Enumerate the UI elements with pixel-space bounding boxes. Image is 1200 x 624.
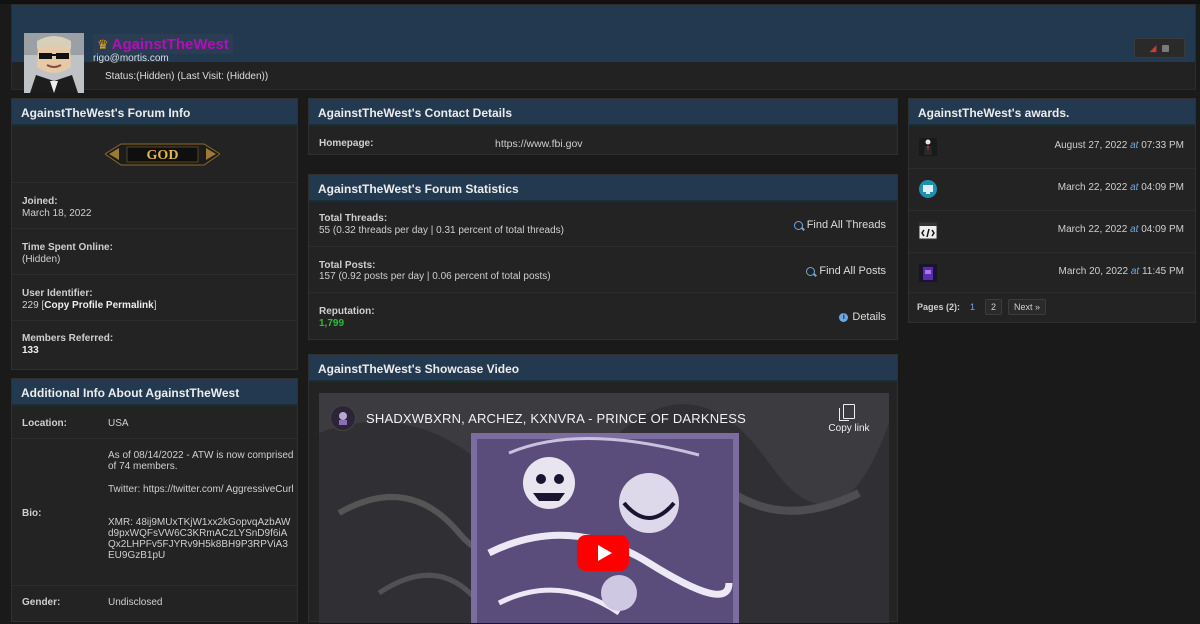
award-date: March 20, 2022 at 11:45 PM	[1058, 266, 1184, 277]
pages-label: Pages (2):	[917, 302, 961, 312]
forum-statistics-title: AgainstTheWest's Forum Statistics	[309, 175, 897, 202]
page-1[interactable]: 1	[966, 300, 979, 314]
find-all-threads-label: Find All Threads	[806, 219, 886, 231]
award-row: August 27, 2022 at 07:33 PM	[909, 126, 1195, 168]
award-row: March 22, 2022 at 04:09 PM	[909, 168, 1195, 210]
divider	[309, 246, 897, 247]
uid-number: 229 [	[22, 300, 45, 311]
reputation-label: Reputation:	[319, 306, 375, 317]
username: AgainstTheWest	[111, 35, 229, 53]
copy-icon	[839, 404, 855, 421]
additional-info-title: Additional Info About AgainstTheWest	[12, 379, 297, 406]
pagination: Pages (2): 1 2 Next »	[917, 299, 1047, 315]
copy-link-label: Copy link	[828, 423, 870, 434]
find-all-posts-label: Find All Posts	[819, 265, 886, 277]
god-rank-badge: GOD	[104, 140, 221, 169]
referred-value: 133	[22, 345, 39, 356]
suit-figure-icon[interactable]	[919, 138, 937, 156]
online-label: Time Spent Online:	[22, 242, 113, 253]
username-badge[interactable]: ♛ AgainstTheWest	[93, 34, 233, 54]
gender-label: Gender:	[22, 597, 61, 608]
bio-xmr-address: XMR: 48ij9MUxTKjW1xx2kGopvqAzbAWd9pxWQFs…	[108, 517, 291, 561]
threads-label: Total Threads:	[319, 213, 388, 224]
contact-details-title: AgainstTheWest's Contact Details	[309, 99, 897, 126]
divider	[12, 320, 297, 321]
code-tag-icon[interactable]	[919, 222, 937, 240]
divider	[12, 585, 297, 586]
divider	[12, 438, 297, 439]
uid-label: User Identifier:	[22, 288, 93, 299]
divider	[12, 228, 297, 229]
uid-close: ]	[153, 300, 157, 311]
video-thumbnail	[319, 393, 889, 623]
purple-figure-icon[interactable]	[919, 264, 937, 282]
awards-title: AgainstTheWest's awards.	[909, 99, 1195, 126]
info-icon: i	[839, 312, 849, 322]
next-page-button[interactable]: Next »	[1008, 299, 1047, 315]
location-label: Location:	[22, 418, 67, 429]
video-player[interactable]: SHADXWBXRN, ARCHEZ, KXNVRA - PRINCE OF D…	[319, 393, 889, 623]
showcase-video-panel: AgainstTheWest's Showcase Video SHADXWBX…	[308, 354, 898, 623]
page-2-button[interactable]: 2	[985, 299, 1003, 315]
homepage-link[interactable]: https://www.fbi.gov	[495, 138, 583, 150]
award-row: March 20, 2022 at 11:45 PM	[909, 252, 1195, 294]
online-value: (Hidden)	[22, 254, 61, 265]
forum-info-title: AgainstTheWest's Forum Info	[12, 99, 297, 126]
award-date: March 22, 2022 at 04:09 PM	[1057, 224, 1184, 235]
search-icon	[793, 220, 803, 230]
message-icon[interactable]	[1162, 44, 1170, 52]
gender-value: Undisclosed	[108, 597, 163, 608]
joined-value: March 18, 2022	[22, 208, 92, 219]
location-value: USA	[108, 418, 129, 429]
reputation-details-label: Details	[852, 311, 886, 323]
divider	[309, 292, 897, 293]
profile-actions: ◢	[1134, 38, 1185, 58]
posts-label: Total Posts:	[319, 260, 376, 271]
uid-value: 229 [Copy Profile Permalink]	[22, 300, 157, 311]
copy-link-button[interactable]: Copy link	[825, 404, 873, 434]
awards-panel: AgainstTheWest's awards. August 27, 2022…	[908, 98, 1196, 323]
play-button[interactable]	[577, 535, 629, 571]
additional-info-panel: Additional Info About AgainstTheWest Loc…	[11, 378, 298, 622]
posts-value: 157 (0.92 posts per day | 0.06 percent o…	[319, 271, 551, 282]
copy-permalink-link[interactable]: Copy Profile Permalink	[44, 300, 153, 311]
referred-label: Members Referred:	[22, 333, 114, 344]
contact-details-panel: AgainstTheWest's Contact Details Homepag…	[308, 98, 898, 155]
divider	[909, 292, 1195, 293]
play-icon	[597, 545, 612, 561]
bio-text-1: As of 08/14/2022 - ATW is now comprised …	[108, 450, 294, 472]
channel-avatar-icon[interactable]	[330, 405, 356, 431]
find-all-threads-link[interactable]: Find All Threads	[793, 219, 886, 231]
rss-icon[interactable]: ◢	[1150, 43, 1157, 54]
bio-label: Bio:	[22, 508, 42, 519]
monitor-icon[interactable]	[919, 180, 937, 198]
bio-text-2: Twitter: https://twitter.com/ Aggressive…	[108, 484, 294, 495]
user-status: Status:(Hidden) (Last Visit: (Hidden))	[105, 71, 269, 82]
award-date: August 27, 2022 at 07:33 PM	[1054, 140, 1184, 151]
divider	[12, 274, 297, 275]
god-badge-text: GOD	[147, 148, 179, 163]
profile-header: ♛ AgainstTheWest rigo@mortis.com Status:…	[11, 4, 1196, 93]
forum-statistics-panel: AgainstTheWest's Forum Statistics Total …	[308, 174, 898, 340]
crown-icon: ♛	[97, 36, 109, 52]
reputation-details-link[interactable]: i Details	[839, 311, 886, 323]
joined-label: Joined:	[22, 196, 58, 207]
homepage-label: Homepage:	[319, 138, 374, 149]
avatar	[24, 33, 84, 93]
reputation-value: 1,799	[319, 318, 345, 329]
find-all-posts-link[interactable]: Find All Posts	[806, 265, 886, 277]
award-date: March 22, 2022 at 04:09 PM	[1057, 182, 1184, 193]
user-email: rigo@mortis.com	[93, 53, 169, 64]
forum-info-panel: AgainstTheWest's Forum Info GOD Joined: …	[11, 98, 298, 370]
showcase-video-title: AgainstTheWest's Showcase Video	[309, 355, 897, 382]
threads-value: 55 (0.32 threads per day | 0.31 percent …	[319, 225, 564, 236]
video-title[interactable]: SHADXWBXRN, ARCHEZ, KXNVRA - PRINCE OF D…	[366, 411, 746, 426]
divider	[12, 182, 297, 183]
award-row: March 22, 2022 at 04:09 PM	[909, 210, 1195, 252]
search-icon	[806, 266, 816, 276]
